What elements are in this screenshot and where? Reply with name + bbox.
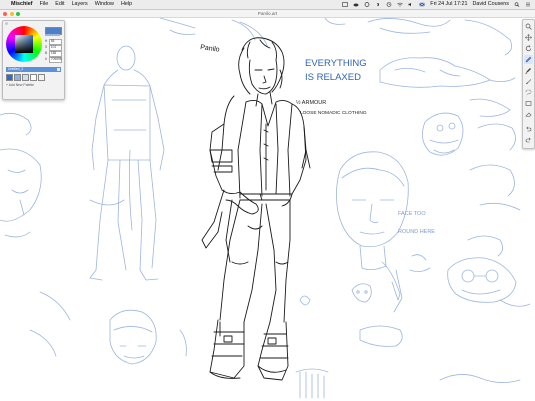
hue-field-row: H 85 xyxy=(45,39,62,45)
menu-window[interactable]: Window xyxy=(95,0,114,9)
pan-tool-icon[interactable] xyxy=(524,33,533,42)
notification-center-icon[interactable] xyxy=(525,2,531,7)
window-controls xyxy=(3,11,20,16)
side-note-1: FACE TOO xyxy=(398,211,426,217)
user-name[interactable]: David Cousens xyxy=(472,0,509,9)
app-menu[interactable]: Mischief xyxy=(11,0,33,9)
note-armour: ½ ARMOUR xyxy=(296,99,326,106)
status-menu-icon[interactable] xyxy=(342,2,349,7)
time-machine-icon[interactable] xyxy=(386,2,392,7)
canvas-annotations: Panilo EVERYTHING IS RELAXED ½ ARMOUR LO… xyxy=(200,44,436,235)
headline-line-1: EVERYTHING xyxy=(305,58,367,69)
palette-swatches xyxy=(6,74,45,81)
note-clothing: LOOSE NOMADIC CLOTHING xyxy=(300,110,367,116)
pencil-tool-icon[interactable] xyxy=(524,55,533,64)
volume-icon[interactable] xyxy=(408,2,414,7)
palette-menu-icon[interactable] xyxy=(57,68,60,71)
brightness-input[interactable]: 188 xyxy=(48,51,62,57)
menu-bar: Mischief File Edit Layers Window Help Fr… xyxy=(0,0,535,10)
wifi-icon[interactable] xyxy=(397,2,403,7)
minimize-window-button[interactable] xyxy=(9,11,14,16)
hue-input[interactable]: 85 xyxy=(48,39,62,45)
character-name-label: Panilo xyxy=(200,44,220,54)
marker-tool-icon[interactable] xyxy=(524,66,533,75)
hex-field-row: # 705898 xyxy=(45,57,62,63)
palette-header[interactable]: Untitled_2 xyxy=(6,67,61,72)
fullscreen-window-button[interactable] xyxy=(16,11,20,16)
brightness-label: B xyxy=(45,51,48,55)
saturation-input[interactable]: 101 xyxy=(48,45,62,51)
sketch-artwork: Panilo EVERYTHING IS RELAXED ½ ARMOUR LO… xyxy=(0,18,531,399)
bluetooth-icon[interactable] xyxy=(375,2,381,7)
brush-tool-icon[interactable] xyxy=(524,77,533,86)
rotate-tool-icon[interactable] xyxy=(524,44,533,53)
palette-name: Untitled_2 xyxy=(8,67,24,71)
eraser-tool-icon[interactable] xyxy=(524,110,533,119)
hex-input[interactable]: 705898 xyxy=(48,57,62,63)
menu-help[interactable]: Help xyxy=(121,0,132,9)
rectangle-tool-icon[interactable] xyxy=(524,99,533,108)
flag-icon[interactable] xyxy=(419,2,425,7)
spotlight-search-icon[interactable] xyxy=(514,2,520,7)
lasso-tool-icon[interactable] xyxy=(524,88,533,97)
drawing-canvas[interactable]: Panilo EVERYTHING IS RELAXED ½ ARMOUR LO… xyxy=(0,18,535,401)
menu-edit[interactable]: Edit xyxy=(55,0,64,9)
window-title: Panilo.art xyxy=(257,11,278,16)
clock[interactable]: Fri 24 Jul 17:21 xyxy=(430,0,467,9)
saturation-label: S xyxy=(45,45,48,49)
palette-swatch[interactable] xyxy=(38,74,45,81)
previous-color-swatch[interactable] xyxy=(45,34,60,36)
menu-layers[interactable]: Layers xyxy=(72,0,88,9)
color-panel: H 85 S 101 B 188 # 705898 Untitled_2 + A… xyxy=(2,20,65,100)
palette-swatch[interactable] xyxy=(22,74,29,81)
redo-icon[interactable] xyxy=(524,135,533,144)
color-wheel[interactable] xyxy=(6,26,42,62)
saturation-field-row: S 101 xyxy=(45,45,62,51)
zoom-tool-icon[interactable] xyxy=(524,22,533,31)
creative-cloud-icon[interactable] xyxy=(364,2,370,7)
saturation-brightness-square[interactable] xyxy=(15,35,33,53)
palette-swatch[interactable] xyxy=(6,74,13,81)
menu-file[interactable]: File xyxy=(40,0,49,9)
hue-label: H xyxy=(45,39,48,43)
side-note-2: ROUND HERE xyxy=(398,229,435,235)
window-title-bar: Panilo.art xyxy=(0,10,535,18)
color-panel-close-button[interactable] xyxy=(5,22,8,25)
palette-swatch[interactable] xyxy=(30,74,37,81)
hex-label: # xyxy=(45,57,47,61)
tool-palette xyxy=(522,19,535,149)
headline-line-2: IS RELAXED xyxy=(305,72,361,83)
brightness-field-row: B 188 xyxy=(45,51,62,57)
main-character-drawing xyxy=(201,37,311,381)
add-new-palette-button[interactable]: + Add New Palette xyxy=(6,83,34,87)
undo-icon[interactable] xyxy=(524,124,533,133)
close-window-button[interactable] xyxy=(3,11,7,16)
cloud-icon[interactable] xyxy=(353,2,359,7)
palette-swatch[interactable] xyxy=(14,74,21,81)
